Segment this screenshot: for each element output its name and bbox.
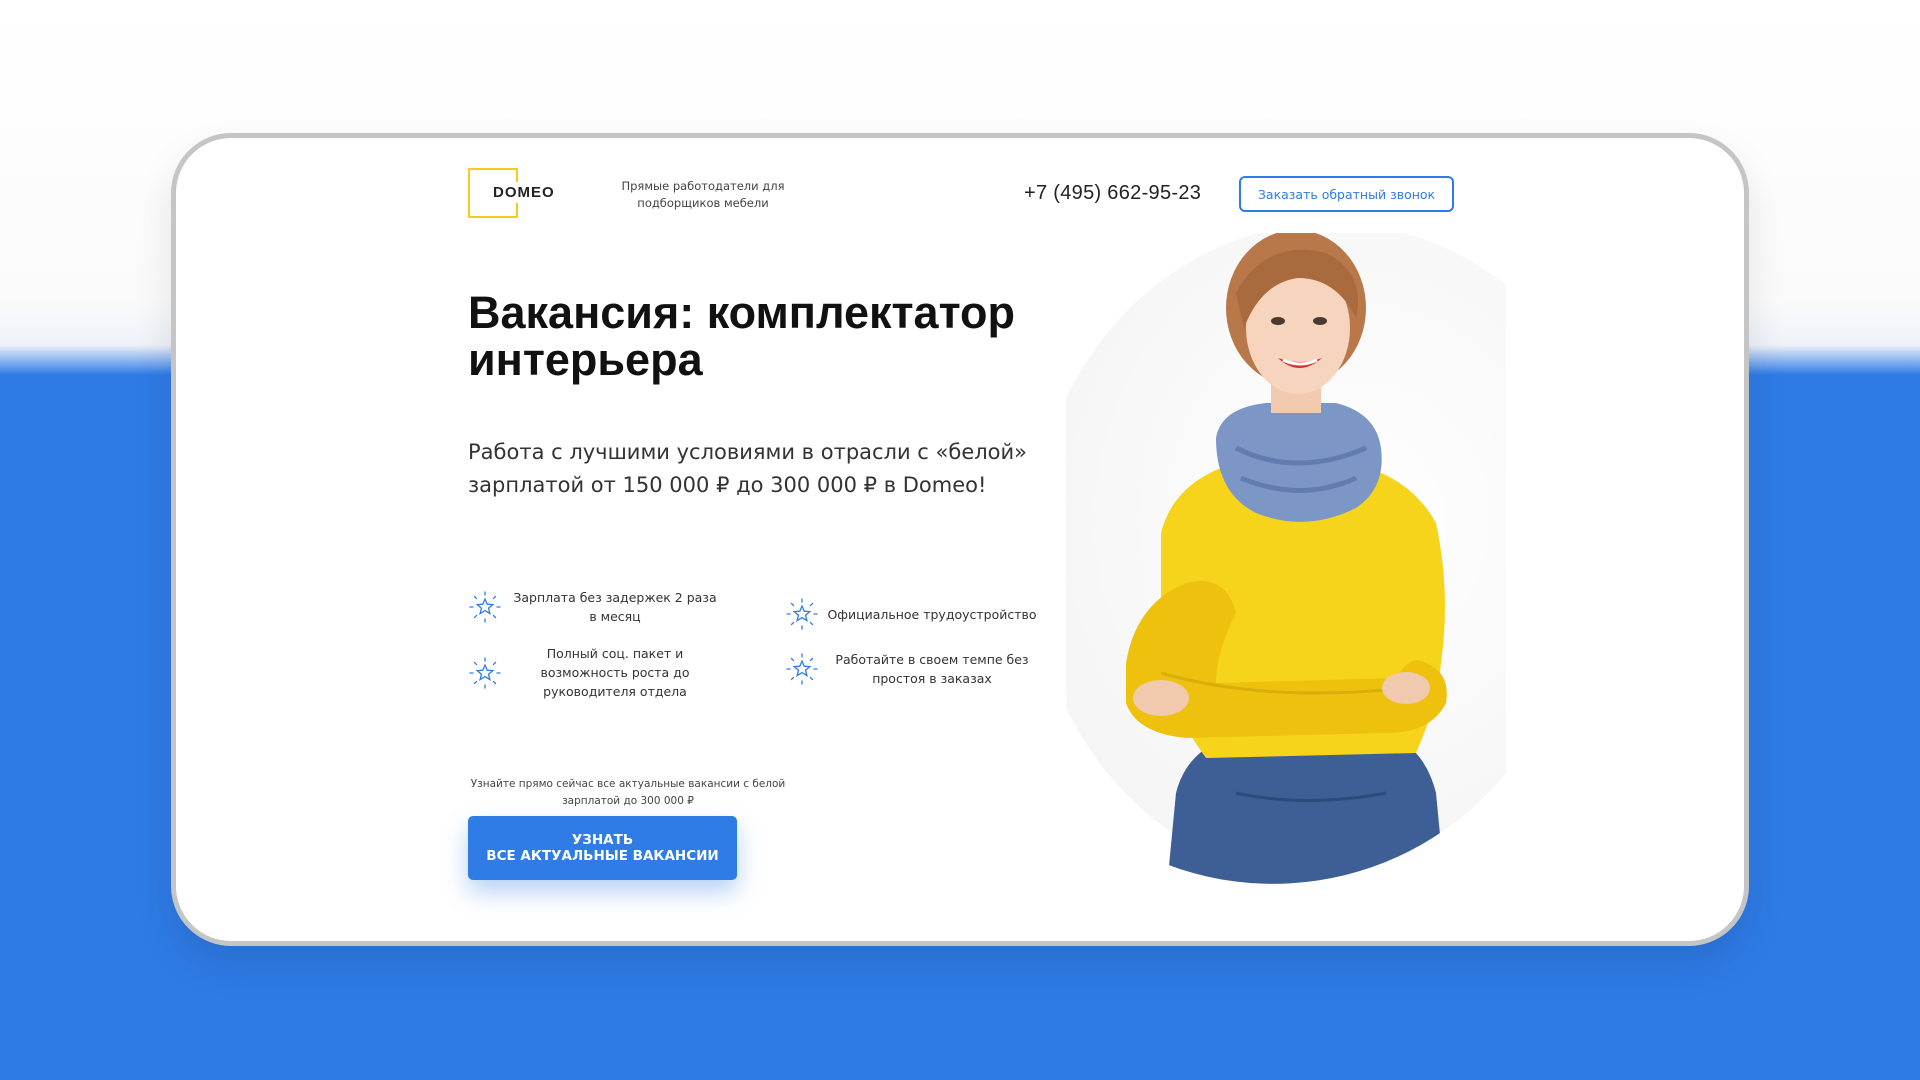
feature-text: Зарплата без задержек 2 раза в месяц (513, 590, 717, 624)
browser-frame: DOMEO Прямые работодатели для подборщико… (171, 133, 1749, 946)
star-burst-icon (469, 656, 501, 689)
landing-page: DOMEO Прямые работодатели для подборщико… (176, 138, 1744, 941)
hero-subtitle: Работа с лучшими условиями в отрасли с «… (468, 440, 1028, 497)
star-burst-icon (786, 598, 818, 630)
feature-item: Полный соц. пакет и возможность роста до… (468, 644, 720, 701)
feature-text: Работайте в своем темпе без простоя в за… (835, 652, 1029, 686)
feature-text: Официальное трудоустройство (827, 606, 1037, 622)
feature-text: Полный соц. пакет и возможность роста до… (540, 646, 690, 699)
star-burst-icon (786, 653, 818, 685)
feature-item: Официальное трудоустройство (785, 597, 1037, 631)
header-tagline: Прямые работодатели для подборщиков мебе… (621, 179, 785, 210)
hero-photo (1066, 233, 1506, 884)
star-burst-icon (469, 591, 501, 623)
feature-item: Работайте в своем темпе без простоя в за… (785, 650, 1037, 688)
vacancies-button[interactable]: УЗНАТЬ ВСЕ АКТУАЛЬНЫЕ ВАКАНСИИ (468, 816, 737, 880)
logo-text[interactable]: DOMEO (492, 182, 556, 203)
feature-item: Зарплата без задержек 2 раза в месяц (468, 588, 720, 626)
page-title: Вакансия: комплектатор интерьера (468, 287, 1016, 385)
callback-button[interactable]: Заказать обратный звонок (1239, 176, 1454, 212)
cta-note: Узнайте прямо сейчас все актуальные вака… (470, 778, 786, 807)
phone-number[interactable]: +7 (495) 662-95-23 (1024, 182, 1201, 205)
